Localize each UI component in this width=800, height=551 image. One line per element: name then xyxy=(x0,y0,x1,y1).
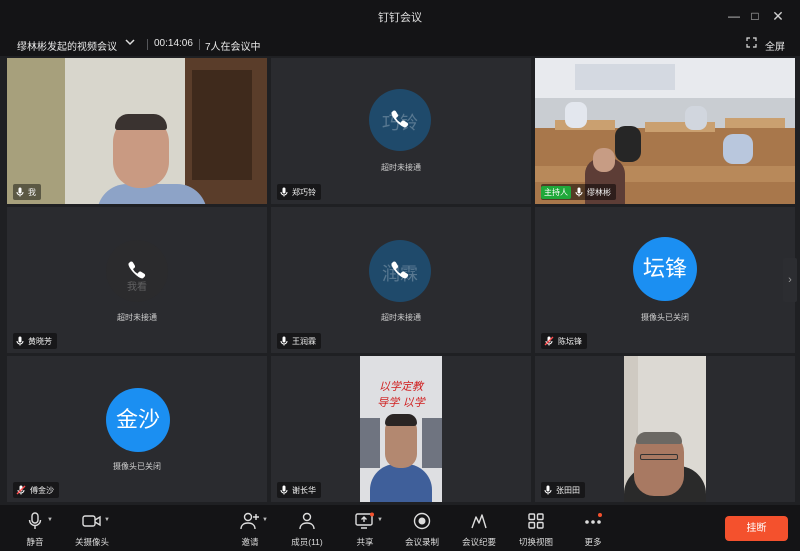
participant-caption: 王润霖 xyxy=(277,333,321,349)
microphone-icon xyxy=(280,485,288,495)
minutes-icon xyxy=(471,514,487,529)
phone-icon xyxy=(391,110,409,128)
video-tile-camera-off[interactable]: 金沙 摄像头已关闭 傅金沙 xyxy=(7,356,267,502)
video-feed: 以学定教 导学 以学 xyxy=(360,356,442,502)
microphone-muted-icon xyxy=(544,336,554,346)
video-tile-portrait[interactable]: 张田田 xyxy=(535,356,795,502)
participant-name: 陈坛锋 xyxy=(558,336,582,346)
switch-view-label: 切换视图 xyxy=(518,537,553,547)
fullscreen-button[interactable]: 全屏 xyxy=(765,38,785,53)
call-status: 超时未接通 xyxy=(381,163,421,172)
invite-button[interactable]: 邀请 xyxy=(222,511,278,548)
invite-options-caret[interactable]: ▼ xyxy=(262,517,268,523)
host-badge: 主持人 xyxy=(541,185,571,199)
participant-caption: 傅金沙 xyxy=(13,482,59,498)
record-icon xyxy=(413,512,431,530)
phone-icon xyxy=(128,261,146,279)
camera-status: 摄像头已关闭 xyxy=(113,462,161,471)
microphone-icon xyxy=(16,187,24,197)
microphone-icon xyxy=(575,187,583,197)
members-label: 成员(11) xyxy=(291,537,323,547)
calling-avatar: 巧铃 xyxy=(369,89,431,151)
invite-label: 邀请 xyxy=(241,537,259,547)
participant-caption: 谢长华 xyxy=(277,482,321,498)
grid-view-icon xyxy=(528,513,544,529)
minutes-label: 会议纪要 xyxy=(461,537,496,547)
avatar: 金沙 xyxy=(106,388,170,452)
participant-name: 黄晓芳 xyxy=(28,336,52,346)
meeting-duration: 00:14:06 xyxy=(154,38,193,49)
members-icon xyxy=(299,512,315,530)
call-status: 超时未接通 xyxy=(117,313,157,322)
chevron-right-icon[interactable]: › xyxy=(783,258,797,302)
participant-caption: 郑巧铃 xyxy=(277,184,321,200)
title-bar: 钉钉会议 — □ ✕ xyxy=(0,0,800,32)
microphone-icon xyxy=(28,512,42,529)
participant-name: 张田田 xyxy=(556,485,580,495)
wall-banner: 以学定教 xyxy=(379,380,423,393)
meeting-toolbar: 静音 ▼ 关摄像头 ▼ 邀请 ▼ 成员(11) 共享 ▼ 会议录制 会议纪要 切… xyxy=(0,505,800,551)
share-options-caret[interactable]: ▼ xyxy=(377,517,383,523)
maximize-button[interactable]: □ xyxy=(743,6,767,26)
participant-caption: 黄晓芳 xyxy=(13,333,57,349)
phone-icon xyxy=(391,261,409,279)
camera-label: 关摄像头 xyxy=(74,537,109,547)
video-camera-icon xyxy=(82,515,101,527)
participant-name: 郑巧铃 xyxy=(292,187,316,197)
close-button[interactable]: ✕ xyxy=(766,6,790,26)
camera-options-caret[interactable]: ▼ xyxy=(104,517,110,523)
participant-caption: 陈坛锋 xyxy=(541,333,587,349)
microphone-icon xyxy=(16,336,24,346)
add-user-icon xyxy=(240,512,259,530)
microphone-icon xyxy=(544,485,552,495)
share-button[interactable]: 共享 xyxy=(337,511,393,548)
members-button[interactable]: 成员(11) xyxy=(279,511,335,548)
camera-button[interactable]: 关摄像头 xyxy=(64,511,120,548)
share-label: 共享 xyxy=(356,537,374,547)
participant-count: 7人在会议中 xyxy=(205,42,261,53)
wall-banner: 导学 以学 xyxy=(377,396,425,409)
more-icon xyxy=(585,513,602,524)
meeting-info-bar: 缪林彬发起的视频会议 00:14:06 7人在会议中 全屏 xyxy=(0,32,800,56)
participant-name: 王润霖 xyxy=(292,336,316,346)
record-label: 会议录制 xyxy=(404,537,439,547)
microphone-icon xyxy=(280,336,288,346)
participant-name: 谢长华 xyxy=(292,485,316,495)
window-title: 钉钉会议 xyxy=(378,12,422,24)
chevron-down-icon[interactable] xyxy=(124,36,136,51)
microphone-icon xyxy=(280,187,288,197)
more-button[interactable]: 更多 xyxy=(565,511,621,548)
more-label: 更多 xyxy=(584,537,602,547)
mute-button[interactable]: 静音 xyxy=(7,511,63,548)
video-tile-calling[interactable]: 我看 超时未接通 黄晓芳 xyxy=(7,207,267,353)
video-tile-calling[interactable]: 润霖 超时未接通 王润霖 xyxy=(271,207,531,353)
video-feed xyxy=(624,356,706,502)
call-status: 超时未接通 xyxy=(381,313,421,322)
switch-view-button[interactable]: 切换视图 xyxy=(508,511,564,548)
calling-avatar: 我看 xyxy=(106,240,168,302)
meeting-name[interactable]: 缪林彬发起的视频会议 xyxy=(17,38,117,53)
participant-caption: 我 xyxy=(13,184,41,200)
video-tile-me[interactable]: 我 xyxy=(7,58,267,204)
participant-caption: 主持人 缪林彬 xyxy=(541,184,616,200)
mute-label: 静音 xyxy=(26,537,44,547)
screen-share-icon xyxy=(355,512,374,529)
mute-options-caret[interactable]: ▼ xyxy=(47,517,53,523)
video-tile-camera-off[interactable]: 坛锋 摄像头已关闭 陈坛锋 xyxy=(535,207,795,353)
avatar: 坛锋 xyxy=(633,237,697,301)
video-tile-calling[interactable]: 巧铃 超时未接通 郑巧铃 xyxy=(271,58,531,204)
participant-name: 缪林彬 xyxy=(587,187,611,197)
hangup-button[interactable]: 挂断 xyxy=(725,516,788,541)
minutes-button[interactable]: 会议纪要 xyxy=(451,511,507,548)
participant-name: 我 xyxy=(28,187,36,197)
record-button[interactable]: 会议录制 xyxy=(394,511,450,548)
video-tile-portrait[interactable]: 以学定教 导学 以学 谢长华 xyxy=(271,356,531,502)
calling-avatar: 润霖 xyxy=(369,240,431,302)
participant-name: 傅金沙 xyxy=(30,485,54,495)
microphone-muted-icon xyxy=(16,485,26,495)
fullscreen-icon[interactable] xyxy=(746,37,757,51)
camera-status: 摄像头已关闭 xyxy=(641,313,689,322)
video-tile-host[interactable]: 主持人 缪林彬 xyxy=(535,58,795,204)
participant-caption: 张田田 xyxy=(541,482,585,498)
